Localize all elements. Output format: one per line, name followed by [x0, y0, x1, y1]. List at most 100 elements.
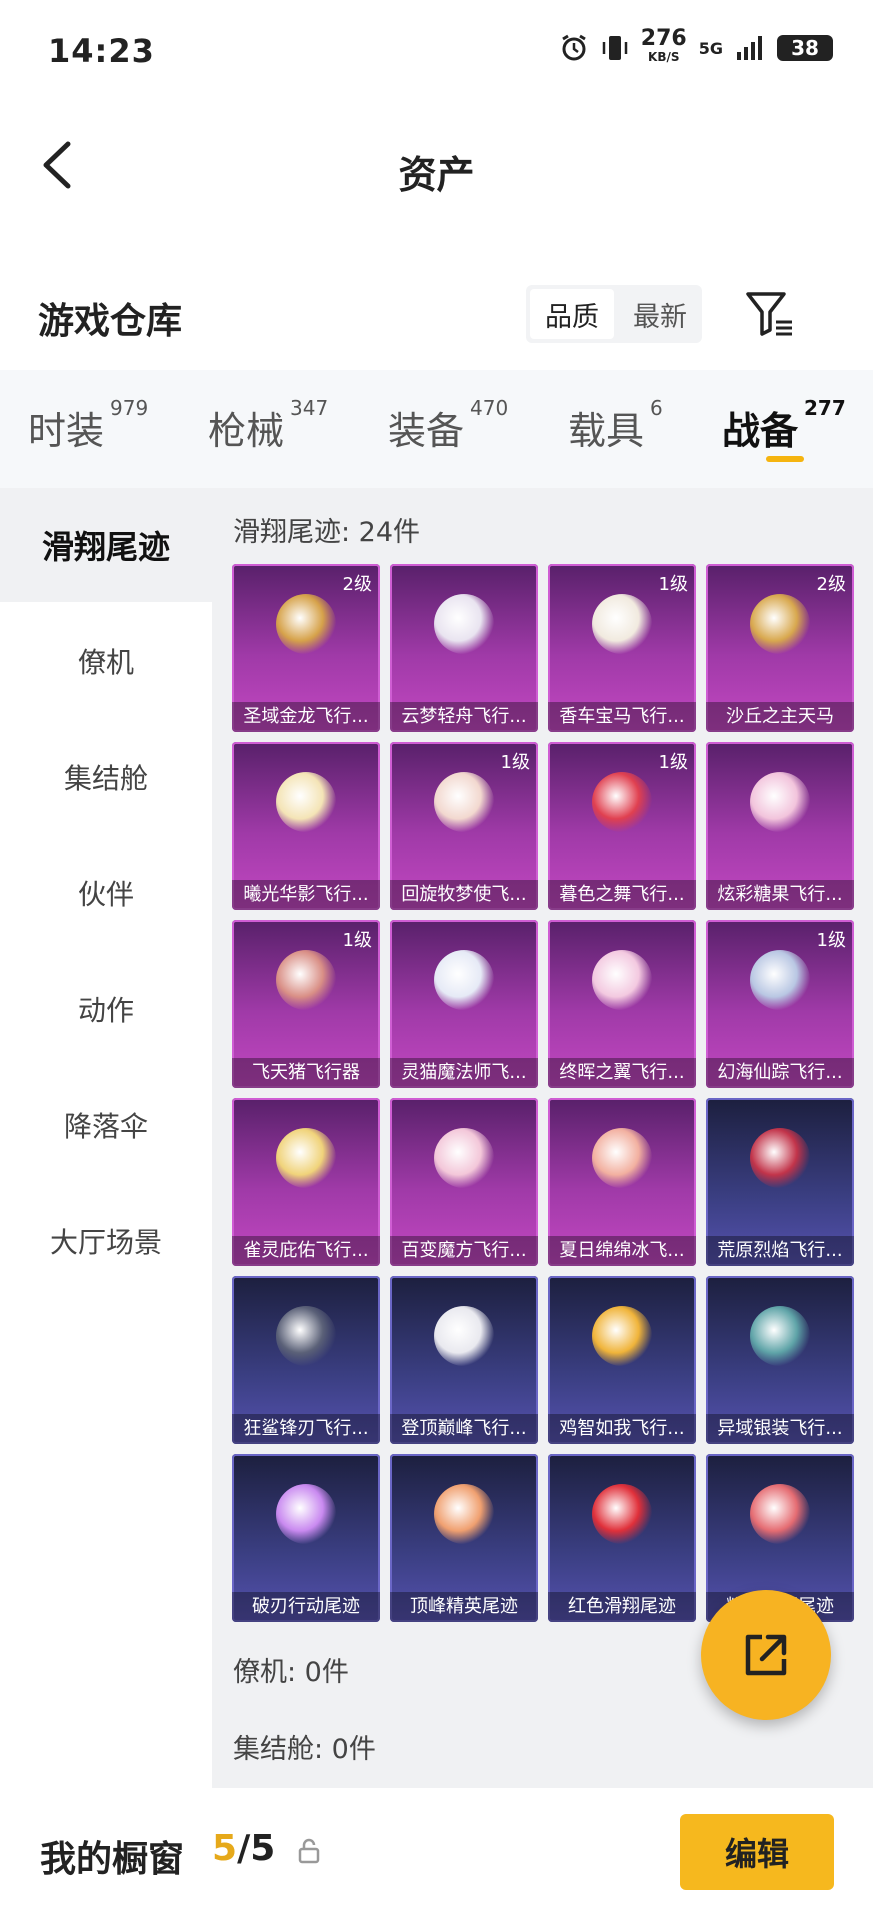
status-bar: 14:23 276 KB/S 5G 38: [0, 0, 873, 100]
sort-quality-button[interactable]: 品质: [530, 289, 614, 339]
item-level-badge: 1级: [658, 574, 688, 595]
item-name: 暮色之舞飞行...: [548, 880, 696, 910]
item-card[interactable]: 1级回旋牧梦使飞...: [390, 742, 538, 910]
item-card[interactable]: 荒原烈焰飞行...: [706, 1098, 854, 1266]
item-level-badge: 1级: [658, 752, 688, 773]
lock-icon[interactable]: [298, 1838, 320, 1864]
item-card[interactable]: 顶峰精英尾迹: [390, 1454, 538, 1622]
item-card[interactable]: 狂鲨锋刃飞行...: [232, 1276, 380, 1444]
showcase-label: 我的橱窗: [40, 1839, 185, 1880]
item-level-badge: 1级: [500, 752, 530, 773]
app-header: 资产: [0, 110, 873, 220]
battery-icon: 38: [777, 35, 833, 61]
item-name: 破刃行动尾迹: [232, 1592, 380, 1622]
item-artwork: [750, 1128, 810, 1188]
sidebar-item-glide-trail[interactable]: 滑翔尾迹: [0, 488, 212, 602]
item-level-badge: 2级: [342, 574, 372, 595]
item-card[interactable]: 登顶巅峰飞行...: [390, 1276, 538, 1444]
item-level-badge: 1级: [342, 930, 372, 951]
item-name: 红色滑翔尾迹: [548, 1592, 696, 1622]
item-card[interactable]: 破刃行动尾迹: [232, 1454, 380, 1622]
status-icons: 276 KB/S 5G 38: [559, 26, 833, 66]
item-card[interactable]: 1级 幻海仙踪飞行...: [706, 920, 854, 1088]
item-name: 飞天猪飞行器: [232, 1058, 380, 1088]
item-name: 终晖之翼飞行...: [548, 1058, 696, 1088]
item-name: 沙丘之主天马: [706, 702, 854, 732]
item-name: 香车宝马飞行...: [548, 702, 696, 732]
item-name: 云梦轻舟飞行...: [390, 702, 538, 732]
item-artwork: [276, 594, 336, 654]
item-artwork: [276, 1484, 336, 1544]
item-card[interactable]: 1级暮色之舞飞行...: [548, 742, 696, 910]
net-speed: 276 KB/S: [640, 26, 687, 65]
edit-button[interactable]: 编辑: [680, 1814, 834, 1890]
item-artwork: [434, 1484, 494, 1544]
item-card[interactable]: 终晖之翼飞行...: [548, 920, 696, 1088]
section-title-assembly: 集结舱: 0件: [233, 1734, 376, 1765]
item-artwork: [434, 950, 494, 1010]
tab-combat-prep[interactable]: 战备277: [722, 396, 846, 455]
sort-newest-button[interactable]: 最新: [618, 285, 702, 343]
alarm-icon: [562, 34, 586, 61]
section-title-glide: 滑翔尾迹: 24件: [233, 517, 421, 548]
item-name: 荒原烈焰飞行...: [706, 1236, 854, 1266]
item-name: 异域银装飞行...: [706, 1414, 854, 1444]
share-button[interactable]: [701, 1590, 831, 1720]
sidebar: 滑翔尾迹 僚机 集结舱 伙伴 动作 降落伞 大厅场景: [0, 488, 212, 1788]
item-name: 曦光华影飞行...: [232, 880, 380, 910]
item-name: 夏日绵绵冰飞...: [548, 1236, 696, 1266]
item-name: 灵猫魔法师飞...: [390, 1058, 538, 1088]
item-artwork: [592, 950, 652, 1010]
status-time: 14:23: [48, 32, 155, 70]
item-name: 顶峰精英尾迹: [390, 1592, 538, 1622]
share-icon: [745, 1634, 787, 1676]
tab-fashion[interactable]: 时装979: [28, 396, 148, 455]
item-artwork: [434, 594, 494, 654]
item-artwork: [750, 950, 810, 1010]
item-card[interactable]: 鸡智如我飞行...: [548, 1276, 696, 1444]
item-card[interactable]: 2级沙丘之主天马: [706, 564, 854, 732]
item-card[interactable]: 曦光华影飞行...: [232, 742, 380, 910]
item-artwork: [276, 1306, 336, 1366]
item-card[interactable]: 夏日绵绵冰飞...: [548, 1098, 696, 1266]
item-card[interactable]: 云梦轻舟飞行...: [390, 564, 538, 732]
item-artwork: [750, 772, 810, 832]
sidebar-item-assembly-pod[interactable]: 集结舱: [0, 720, 212, 834]
filter-icon[interactable]: [744, 288, 796, 340]
item-grid: 2级 圣域金龙飞行... 云梦轻舟飞行... 1级 香车宝马飞行... 2级 沙丘之主天马曦…: [232, 564, 854, 1622]
item-card[interactable]: 1级飞天猪飞行器: [232, 920, 380, 1088]
item-artwork: [750, 1306, 810, 1366]
item-artwork: [592, 1128, 652, 1188]
item-name: 圣域金龙飞行...: [232, 702, 380, 732]
sidebar-item-wingman[interactable]: 僚机: [0, 604, 212, 718]
item-card[interactable]: 炫彩糖果飞行...: [706, 742, 854, 910]
sidebar-item-emote[interactable]: 动作: [0, 952, 212, 1066]
network-type: 5G: [698, 38, 723, 58]
item-card[interactable]: 1级香车宝马飞行...: [548, 564, 696, 732]
item-artwork: [592, 594, 652, 654]
sort-toggle: 品质 最新: [526, 285, 702, 343]
item-level-badge: 2级: [816, 574, 846, 595]
item-card[interactable]: 异域银装飞行...: [706, 1276, 854, 1444]
tab-equipment[interactable]: 装备470: [388, 396, 508, 455]
item-artwork: [750, 1484, 810, 1544]
item-name: 百变魔方飞行...: [390, 1236, 538, 1266]
sidebar-item-partner[interactable]: 伙伴: [0, 836, 212, 950]
item-artwork: [276, 772, 336, 832]
item-card[interactable]: 红色滑翔尾迹: [548, 1454, 696, 1622]
item-artwork: [750, 594, 810, 654]
item-card[interactable]: 雀灵庇佑飞行...: [232, 1098, 380, 1266]
sidebar-item-parachute[interactable]: 降落伞: [0, 1068, 212, 1182]
item-card[interactable]: 2级圣域金龙飞行...: [232, 564, 380, 732]
signal-icon: [737, 36, 762, 60]
sidebar-item-lobby-scene[interactable]: 大厅场景: [0, 1184, 212, 1298]
item-artwork: [434, 1128, 494, 1188]
active-tab-indicator: [766, 456, 804, 462]
item-name: 回旋牧梦使飞...: [390, 880, 538, 910]
item-card[interactable]: 灵猫魔法师飞...: [390, 920, 538, 1088]
tab-vehicles[interactable]: 载具6: [568, 396, 663, 455]
tab-guns[interactable]: 枪械347: [208, 396, 328, 455]
item-name: 雀灵庇佑飞行...: [232, 1236, 380, 1266]
item-artwork: [592, 772, 652, 832]
item-card[interactable]: 百变魔方飞行...: [390, 1098, 538, 1266]
